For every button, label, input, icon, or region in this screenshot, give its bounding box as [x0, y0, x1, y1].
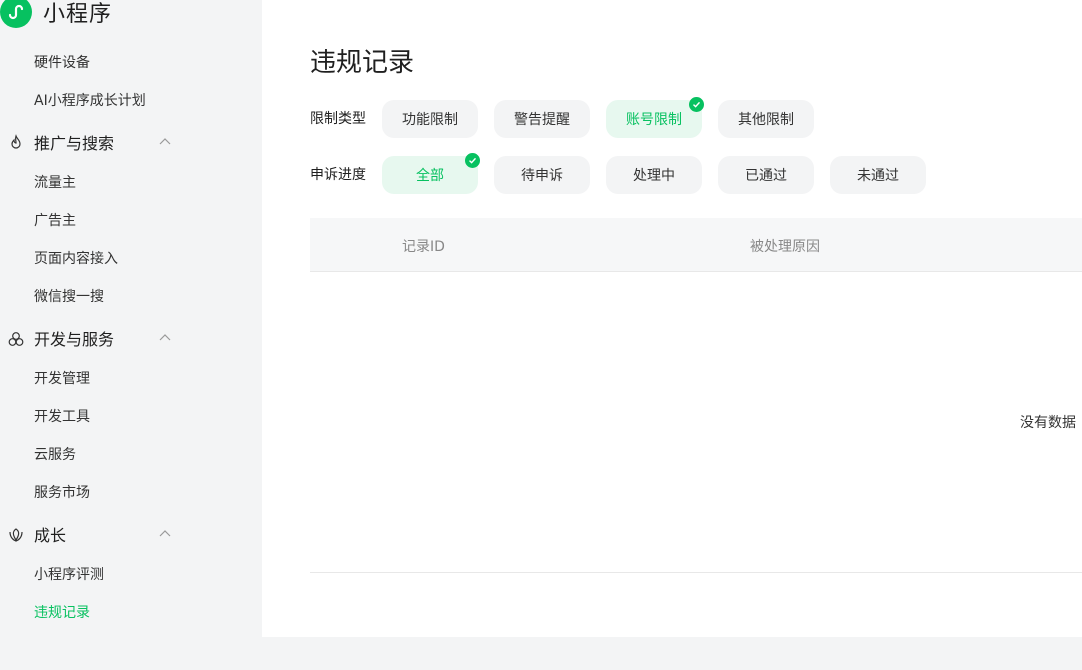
sidebar-item-service-market[interactable]: 服务市场 — [34, 483, 90, 503]
chip-label: 已通过 — [745, 168, 787, 184]
chip-label: 待申诉 — [521, 168, 563, 184]
chip-account-restriction[interactable]: 账号限制 — [606, 97, 704, 138]
chip-label: 其他限制 — [738, 112, 794, 128]
empty-state-text: 没有数据 — [1020, 415, 1076, 431]
chevron-up-icon[interactable] — [158, 527, 172, 541]
chip-other-restriction[interactable]: 其他限制 — [718, 100, 814, 138]
sidebar-group-promotion[interactable]: 推广与搜索 — [0, 129, 180, 155]
sidebar-item-dev-management[interactable]: 开发管理 — [34, 369, 90, 389]
mini-program-logo-icon — [0, 0, 32, 28]
sidebar-group-growth[interactable]: 成长 — [0, 521, 180, 547]
sidebar-group-label: 开发与服务 — [34, 330, 115, 349]
chip-label: 功能限制 — [402, 112, 458, 128]
chevron-up-icon[interactable] — [158, 135, 172, 149]
chip-pending-appeal[interactable]: 待申诉 — [494, 156, 590, 194]
chip-approved[interactable]: 已通过 — [718, 156, 814, 194]
chip-label: 处理中 — [633, 168, 675, 184]
table-body: 没有数据 — [310, 272, 1082, 573]
column-header-reason: 被处理原因 — [750, 239, 820, 255]
sidebar-item-dev-tools[interactable]: 开发工具 — [34, 407, 90, 427]
chip-label: 账号限制 — [626, 112, 682, 128]
sidebar-item-evaluation[interactable]: 小程序评测 — [34, 565, 104, 585]
chip-label: 警告提醒 — [514, 112, 570, 128]
chip-rejected[interactable]: 未通过 — [830, 156, 926, 194]
growth-icon — [9, 528, 23, 542]
page-title: 违规记录 — [310, 48, 415, 78]
main-panel: 违规记录 限制类型 功能限制 警告提醒 账号限制 其他限制 申诉进度 全部 待申… — [262, 0, 1082, 637]
chip-function-restriction[interactable]: 功能限制 — [382, 100, 478, 138]
sidebar-item-violation-records[interactable]: 违规记录 — [34, 603, 90, 623]
sidebar-group-label: 成长 — [34, 526, 67, 545]
check-icon — [689, 97, 704, 112]
cluster-icon — [8, 332, 24, 346]
chip-processing[interactable]: 处理中 — [606, 156, 702, 194]
chip-all[interactable]: 全部 — [382, 153, 480, 194]
sidebar-item-hardware[interactable]: 硬件设备 — [34, 53, 90, 73]
chip-warning[interactable]: 警告提醒 — [494, 100, 590, 138]
filter-label-appeal-progress: 申诉进度 — [310, 167, 366, 183]
chevron-up-icon[interactable] — [158, 331, 172, 345]
filter-label-restriction-type: 限制类型 — [310, 111, 366, 127]
chip-label: 未通过 — [857, 168, 899, 184]
sidebar: 小程序 硬件设备 AI小程序成长计划 推广与搜索 流量主 广告主 页面内容接入 … — [0, 0, 262, 670]
brand[interactable]: 小程序 — [0, 0, 112, 30]
column-header-record-id: 记录ID — [402, 239, 445, 255]
sidebar-group-label: 推广与搜索 — [34, 134, 115, 153]
flame-icon — [11, 134, 21, 149]
sidebar-item-advertiser[interactable]: 广告主 — [34, 211, 76, 231]
sidebar-item-traffic-owner[interactable]: 流量主 — [34, 173, 76, 193]
sidebar-item-wechat-search[interactable]: 微信搜一搜 — [34, 287, 104, 307]
sidebar-group-dev-services[interactable]: 开发与服务 — [0, 325, 180, 351]
sidebar-item-ai-growth-plan[interactable]: AI小程序成长计划 — [34, 91, 146, 111]
chip-label: 全部 — [416, 168, 444, 184]
brand-name: 小程序 — [43, 2, 113, 27]
sidebar-item-cloud-service[interactable]: 云服务 — [34, 445, 76, 465]
check-icon — [465, 153, 480, 168]
table-header: 记录ID 被处理原因 — [310, 218, 1082, 272]
sidebar-item-page-content[interactable]: 页面内容接入 — [34, 249, 118, 269]
